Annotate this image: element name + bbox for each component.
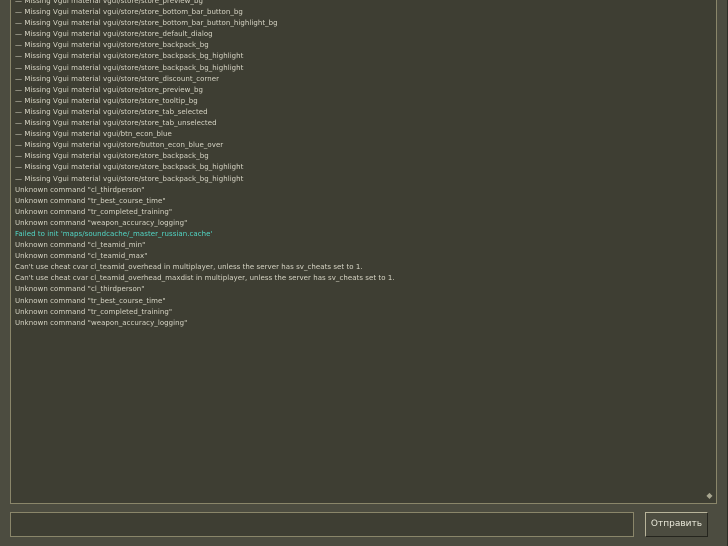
console-line: — Missing Vgui material vgui/store/store…: [15, 119, 217, 128]
console-output[interactable]: — Missing Vgui material vgui/store/store…: [10, 0, 717, 504]
console-scrollbar[interactable]: ◆: [703, 0, 716, 503]
console-line: Unknown command "weapon_accuracy_logging…: [15, 218, 188, 227]
console-line: — Missing Vgui material vgui/store/store…: [15, 0, 203, 5]
console-line: — Missing Vgui material vgui/store/store…: [15, 107, 208, 116]
console-line: Can't use cheat cvar cl_teamid_overhead_…: [15, 274, 395, 283]
console-line: — Missing Vgui material vgui/store/butto…: [15, 141, 224, 150]
console-line: Can't use cheat cvar cl_teamid_overhead …: [15, 263, 363, 272]
console-line: Unknown command "cl_teamid_max": [15, 252, 148, 261]
console-line: Unknown command "tr_completed_training": [15, 207, 173, 216]
console-line: — Missing Vgui material vgui/store/store…: [15, 74, 220, 83]
console-line: — Missing Vgui material vgui/store/store…: [15, 52, 244, 61]
console-line: — Missing Vgui material vgui/store/store…: [15, 163, 244, 172]
scroll-down-diamond-icon[interactable]: ◆: [705, 491, 714, 500]
console-log: — Missing Vgui material vgui/store/store…: [15, 0, 695, 329]
command-input[interactable]: [10, 512, 634, 537]
console-window: — Missing Vgui material vgui/store/store…: [0, 0, 728, 546]
console-line: Unknown command "tr_best_course_time": [15, 196, 166, 205]
console-line: Unknown command "tr_completed_training": [15, 307, 173, 316]
console-line: — Missing Vgui material vgui/store/store…: [15, 63, 244, 72]
console-line: Unknown command "weapon_accuracy_logging…: [15, 318, 188, 327]
console-line: Unknown command "tr_best_course_time": [15, 296, 166, 305]
console-line: — Missing Vgui material vgui/btn_econ_bl…: [15, 130, 172, 139]
console-line-error: Failed to init 'maps/soundcache/_master_…: [15, 229, 213, 238]
console-line: — Missing Vgui material vgui/store/store…: [15, 19, 278, 28]
console-line: Unknown command "cl_thirdperson": [15, 185, 145, 194]
console-line: — Missing Vgui material vgui/store/store…: [15, 152, 209, 161]
console-line: Unknown command "cl_thirdperson": [15, 285, 145, 294]
console-line: — Missing Vgui material vgui/store/store…: [15, 8, 243, 17]
console-line: — Missing Vgui material vgui/store/store…: [15, 96, 198, 105]
console-line: — Missing Vgui material vgui/store/store…: [15, 30, 213, 39]
submit-button[interactable]: Отправить: [645, 512, 708, 537]
console-line: — Missing Vgui material vgui/store/store…: [15, 174, 244, 183]
command-bar: Отправить: [10, 512, 718, 538]
console-line: — Missing Vgui material vgui/store/store…: [15, 85, 203, 94]
console-line: — Missing Vgui material vgui/store/store…: [15, 41, 209, 50]
console-line: Unknown command "cl_teamid_min": [15, 241, 146, 250]
